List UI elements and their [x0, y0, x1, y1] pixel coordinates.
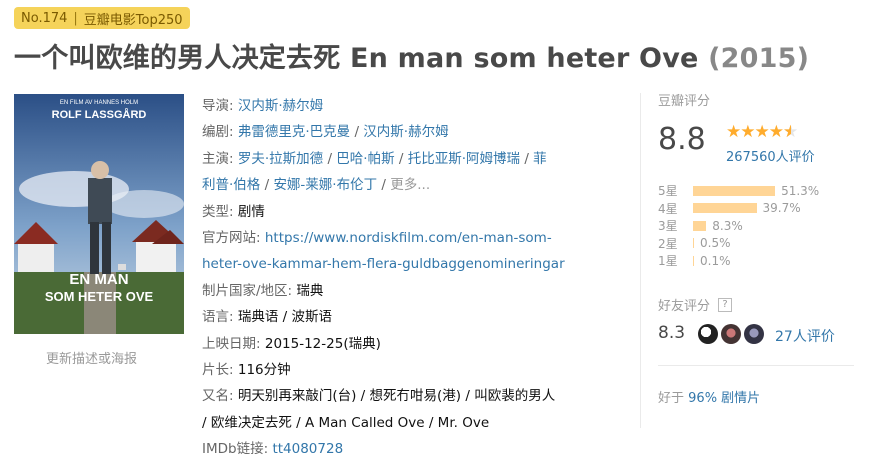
update-poster-link[interactable]: 更新描述或海报: [46, 348, 137, 367]
imdb-link[interactable]: tt4080728: [272, 441, 343, 455]
poster-tagline: EN FILM AV HANNES HOLM: [60, 100, 138, 106]
more-cast-link[interactable]: 更多...: [390, 177, 430, 193]
movie-info: 导演: 汉内斯·赫尔姆 编剧: 弗雷德里克·巴克曼 / 汉内斯·赫尔姆 主演: …: [202, 93, 622, 455]
rating-title: 豆瓣评分: [658, 94, 711, 109]
aka-value: 明天别再来敲门(台) / 想死冇咁易(港) / 叫欧裴的男人: [237, 388, 556, 405]
poster-title-1: EN MAN: [69, 271, 128, 288]
rating-votes-link[interactable]: 267560人评价: [726, 146, 815, 165]
genre-row: 类型: 剧情: [202, 203, 265, 220]
rating-pct: 0.1%: [700, 253, 731, 268]
poster-title-2: SOM HETER OVE: [45, 289, 154, 304]
writer-row: 编剧: 弗雷德里克·巴克曼 / 汉内斯·赫尔姆: [202, 124, 449, 141]
rating-bar: [693, 203, 757, 214]
rating-distribution: 5星 51.3% 4星 39.7% 3星 8.3% 2星 0.5% 1星 0.1…: [658, 182, 858, 270]
rating-pct: 0.5%: [700, 236, 731, 251]
rating-dist-row: 2星 0.5%: [658, 236, 731, 251]
badge-separator: |: [73, 10, 78, 26]
aka-row-2: / 欧维决定去死 / A Man Called Ove / Mr. Ove: [202, 410, 622, 436]
writer-link[interactable]: 弗雷德里克·巴克曼: [238, 124, 350, 140]
imdb-row: IMDb链接: tt4080728: [202, 436, 622, 455]
top250-badge[interactable]: No.174 | 豆瓣电影Top250: [14, 7, 190, 29]
top250-label: 豆瓣电影Top250: [83, 12, 183, 28]
movie-name: 一个叫欧维的男人决定去死 En man som heter Ove: [14, 43, 699, 74]
cast-link[interactable]: 罗夫·拉斯加德: [238, 151, 323, 167]
website-row-2: heter-ove-kammar-hem-flera-guldbaggenomi…: [202, 251, 622, 277]
movie-year: (2015): [708, 43, 810, 74]
cast-link[interactable]: 巴哈·帕斯: [336, 151, 394, 167]
movie-poster[interactable]: EN FILM AV HANNES HOLM ROLF LASSGÅRD EN …: [14, 94, 184, 334]
writer-link[interactable]: 汉内斯·赫尔姆: [363, 124, 448, 140]
poster-star: ROLF LASSGÅRD: [52, 108, 147, 121]
release-row: 上映日期: 2015-12-25(瑞典): [202, 335, 381, 352]
director-row: 导演: 汉内斯·赫尔姆: [202, 98, 324, 114]
rating-panel: 豆瓣评分 8.8 ★★★★★ 267560人评价 5星 51.3% 4星 39.…: [658, 90, 868, 406]
cast-link[interactable]: 利普·伯格: [202, 177, 260, 193]
column-divider: [640, 93, 641, 428]
rating-dist-row: 3星 8.3%: [658, 218, 743, 234]
website-row: 官方网站: https://www.nordiskfilm.com/en-man…: [202, 230, 552, 247]
cast-row-2: 利普·伯格 / 安娜-莱娜·布伦丁 / 更多...: [202, 177, 431, 194]
cast-row: 主演: 罗夫·拉斯加德 / 巴哈·帕斯 / 托比亚斯·阿姆博瑞 / 菲: [202, 150, 547, 167]
rating-pct: 51.3%: [781, 183, 820, 198]
avatar[interactable]: [698, 324, 718, 344]
website-link[interactable]: https://www.nordiskfilm.com/en-man-som-: [265, 230, 552, 246]
cast-link[interactable]: 托比亚斯·阿姆博瑞: [408, 151, 520, 167]
help-icon[interactable]: ?: [718, 297, 733, 312]
release-value: 2015-12-25(瑞典): [264, 335, 381, 352]
avatar[interactable]: [721, 324, 741, 344]
avatar[interactable]: [744, 324, 764, 344]
genre-value: 剧情: [237, 203, 265, 220]
rating-score: 8.8: [658, 122, 706, 157]
friend-votes-link[interactable]: 27人评价: [775, 326, 835, 346]
website-link[interactable]: heter-ove-kammar-hem-flera-guldbaggenomi…: [202, 256, 565, 272]
rating-bar: [693, 255, 694, 266]
rating-dist-row: 5星 51.3%: [658, 183, 820, 199]
rank-label: No.174: [21, 10, 68, 26]
genre-rank-link[interactable]: 96% 剧情片: [688, 391, 760, 406]
rating-dist-row: 4星 39.7%: [658, 201, 801, 216]
star-rating-icon: ★★★★★: [726, 122, 798, 142]
friend-score: 8.3: [658, 323, 686, 343]
rating-dist-row: 1星 0.1%: [658, 253, 731, 269]
rating-bar: [693, 185, 776, 196]
runtime-value: 116分钟: [237, 362, 291, 379]
rating-bar: [693, 238, 694, 249]
rating-pct: 39.7%: [762, 201, 801, 216]
panel-divider: [658, 365, 854, 366]
language-row: 语言: 瑞典语 / 波斯语: [202, 309, 332, 326]
friend-rating-title: 好友评分 ?: [658, 295, 733, 314]
cast-link[interactable]: 安娜-莱娜·布伦丁: [273, 177, 377, 193]
rating-pct: 8.3%: [712, 218, 743, 233]
page-title: 一个叫欧维的男人决定去死 En man som heter Ove (2015): [14, 36, 809, 75]
director-link[interactable]: 汉内斯·赫尔姆: [238, 98, 323, 114]
cast-link[interactable]: 菲: [533, 151, 547, 167]
country-row: 制片国家/地区: 瑞典: [202, 282, 324, 299]
aka-value: / 欧维决定去死 / A Man Called Ove / Mr. Ove: [202, 414, 490, 431]
better-than: 好于 96% 剧情片: [658, 391, 761, 406]
friend-avatars[interactable]: [698, 324, 767, 344]
runtime-row: 片长: 116分钟: [202, 362, 291, 379]
rating-bar: [693, 220, 707, 231]
aka-row: 又名: 明天别再来敲门(台) / 想死冇咁易(港) / 叫欧裴的男人: [202, 388, 556, 405]
country-value: 瑞典: [296, 282, 324, 299]
language-value: 瑞典语 / 波斯语: [237, 309, 332, 326]
